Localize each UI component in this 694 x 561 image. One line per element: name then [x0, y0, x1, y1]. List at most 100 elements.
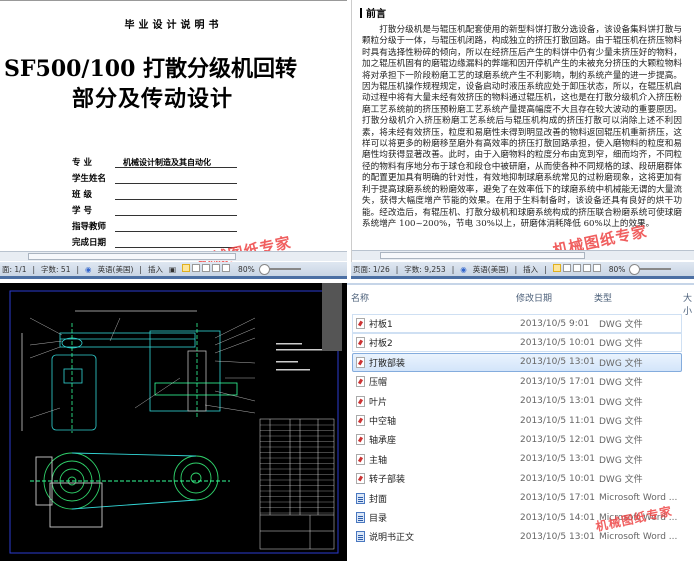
field-student-id: 学 号	[72, 204, 237, 216]
dwg-file-icon	[356, 415, 365, 426]
file-date: 2013/10/5 14:01	[520, 512, 595, 523]
dwg-file-icon	[356, 453, 365, 465]
dwg-file-icon	[356, 473, 365, 485]
field-label: 完成日期	[72, 238, 107, 248]
file-row[interactable]: 打散部装 2013/10/5 13:01 DWG 文件	[352, 352, 682, 372]
web-layout-icon[interactable]	[202, 264, 211, 272]
file-row[interactable]: 叶片 2013/10/5 13:01 DWG 文件	[352, 392, 682, 411]
outline-icon[interactable]	[582, 264, 591, 272]
file-row[interactable]: 压帽 2013/10/5 17:01 DWG 文件	[352, 372, 682, 391]
outline-icon[interactable]	[212, 264, 221, 272]
field-completion-date: 完成日期	[72, 236, 237, 248]
file-name[interactable]: 目录	[369, 511, 520, 524]
file-name[interactable]: 说明书正文	[369, 530, 520, 543]
file-name[interactable]: 轴承座	[369, 433, 520, 446]
dwg-file-icon	[356, 337, 365, 349]
file-row[interactable]: 说明书正文 2013/10/5 13:01 Microsoft Word ...	[352, 527, 682, 546]
proofing-icon[interactable]: ◉	[85, 265, 92, 274]
file-name[interactable]: 打散部装	[369, 356, 520, 369]
file-name[interactable]: 压帽	[369, 375, 520, 388]
assembly-front-view	[21, 310, 238, 433]
preface-body: 打散分级机是与辊压机配套使用的新型料饼打散分选设备，该设备集料饼打散与颗粒分级于…	[362, 25, 682, 229]
cover-document-window: 毕业设计说明书 SF500/100 打散分级机回转 部分及传动设计 专 业 机械设…	[0, 0, 347, 262]
field-value[interactable]	[115, 173, 237, 184]
zoom-level[interactable]: 80%	[238, 265, 255, 274]
macro-icon[interactable]: ▣	[169, 265, 176, 274]
field-value[interactable]: 机械设计制造及其自动化	[115, 157, 237, 168]
proofing-icon[interactable]: ◉	[460, 265, 467, 274]
file-row[interactable]: 衬板1 2013/10/5 9:01 DWG 文件	[352, 314, 682, 333]
cad-scrollbar[interactable]	[322, 283, 342, 351]
file-type: Microsoft Word ...	[599, 531, 678, 542]
status-bar: 面: 1/1 | 字数: 51 | ◉ 英语(美国) | 插入 ▣ 80%	[0, 262, 347, 279]
column-header-name[interactable]: 名称	[351, 291, 369, 304]
print-layout-icon[interactable]	[552, 264, 561, 272]
file-row[interactable]: 中空轴 2013/10/5 11:01 DWG 文件	[352, 411, 682, 430]
cover-title-line2: 部分及传动设计	[72, 86, 234, 112]
file-type: DWG 文件	[599, 397, 643, 408]
horizontal-scrollbar[interactable]	[352, 250, 694, 260]
field-class: 班 级	[72, 188, 237, 200]
draft-icon[interactable]	[592, 264, 601, 272]
file-date: 2013/10/5 12:01	[520, 434, 595, 445]
field-label: 指导教师	[72, 222, 107, 232]
page-count[interactable]: 面: 1/1	[2, 264, 26, 275]
language[interactable]: 英语(美国)	[473, 264, 509, 275]
dwg-file-icon	[356, 434, 365, 446]
page-count[interactable]: 页面: 1/26	[353, 264, 390, 275]
scroll-thumb[interactable]	[380, 252, 586, 259]
preface-heading: 前言	[360, 5, 386, 20]
file-row[interactable]: 衬板2 2013/10/5 10:01 DWG 文件	[352, 333, 682, 353]
field-value[interactable]	[115, 189, 237, 200]
zoom-slider[interactable]	[629, 264, 672, 275]
zoom-slider[interactable]	[258, 264, 301, 275]
view-buttons[interactable]	[182, 264, 232, 274]
file-name[interactable]: 主轴	[369, 453, 520, 466]
view-buttons[interactable]	[552, 264, 603, 274]
file-row[interactable]: 主轴 2013/10/5 13:01 DWG 文件	[352, 450, 682, 469]
file-name[interactable]: 中空轴	[369, 414, 520, 427]
zoom-level[interactable]: 80%	[609, 265, 626, 274]
word-count[interactable]: 字数: 9,253	[404, 264, 445, 275]
reading-view-icon[interactable]	[192, 264, 201, 272]
print-layout-icon[interactable]	[182, 264, 191, 272]
scroll-thumb[interactable]	[28, 253, 237, 260]
file-row[interactable]: 转子部装 2013/10/5 10:01 DWG 文件	[352, 469, 682, 488]
column-header-size[interactable]: 大小	[683, 291, 694, 317]
horizontal-scrollbar[interactable]	[0, 251, 347, 261]
cover-header: 毕业设计说明书	[124, 20, 223, 31]
cad-drawing-view[interactable]	[0, 283, 347, 561]
draft-icon[interactable]	[222, 264, 231, 272]
file-date: 2013/10/5 9:01	[520, 318, 590, 329]
word-document-icon	[356, 492, 365, 504]
reading-view-icon[interactable]	[562, 264, 571, 272]
file-name[interactable]: 封面	[369, 492, 520, 505]
column-header-date[interactable]: 修改日期	[516, 291, 552, 304]
file-date: 2013/10/5 17:01	[520, 376, 595, 387]
field-value[interactable]	[115, 221, 237, 232]
file-row[interactable]: 轴承座 2013/10/5 12:01 DWG 文件	[352, 430, 682, 449]
field-label: 学生姓名	[72, 174, 107, 184]
insert-mode[interactable]: 插入	[523, 264, 538, 275]
dwg-file-icon	[356, 318, 365, 329]
file-row[interactable]: 封面 2013/10/5 17:01 Microsoft Word ...	[352, 489, 682, 508]
web-layout-icon[interactable]	[572, 264, 581, 272]
drawing-frame	[9, 290, 339, 554]
status-bar: 页面: 1/26 | 字数: 9,253 | ◉ 英语(美国) | 插入 | 80%	[351, 262, 694, 279]
file-name[interactable]: 衬板1	[369, 317, 520, 330]
file-name[interactable]: 转子部装	[369, 472, 520, 485]
word-count[interactable]: 字数: 51	[41, 264, 70, 275]
assembly-top-view	[30, 452, 230, 528]
file-type: DWG 文件	[599, 358, 643, 369]
column-header-type[interactable]: 类型	[594, 291, 612, 304]
insert-mode[interactable]: 插入	[148, 264, 163, 275]
file-date: 2013/10/5 13:01	[520, 531, 595, 542]
file-type: DWG 文件	[599, 378, 643, 389]
file-type: DWG 文件	[599, 475, 643, 486]
file-explorer: 名称 修改日期 类型 大小 衬板1 2013/10/5 9:01 DWG 文件 衬板2…	[347, 283, 694, 561]
file-name[interactable]: 衬板2	[369, 336, 520, 349]
file-name[interactable]: 叶片	[369, 395, 520, 408]
field-label: 学 号	[72, 206, 92, 216]
language[interactable]: 英语(美国)	[98, 264, 134, 275]
field-value[interactable]	[115, 205, 237, 216]
